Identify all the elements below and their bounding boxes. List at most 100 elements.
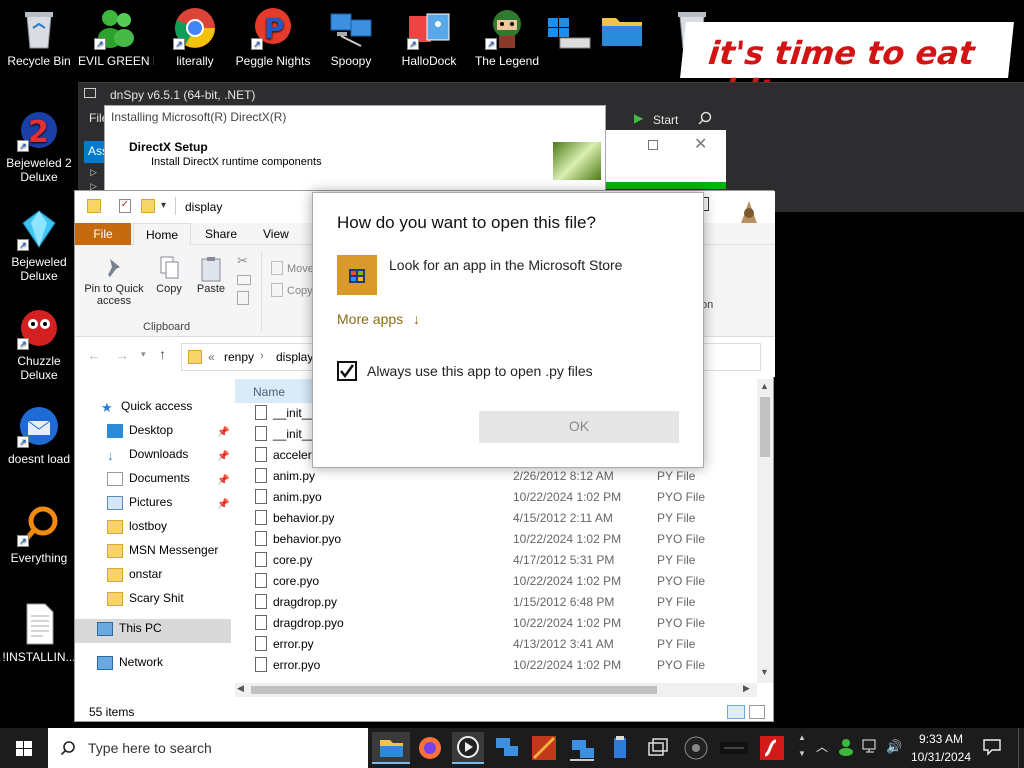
file-row[interactable]: core.py 4/17/2012 5:31 PM PY File [235,550,755,571]
customize-qat-icon[interactable]: ▾ [161,200,166,211]
task-view-icon[interactable] [642,732,674,764]
paste-button[interactable]: Paste [191,255,231,295]
game-icon[interactable] [528,732,560,764]
tab-view[interactable]: View [251,223,301,245]
forward-arrow-icon[interactable]: → [115,347,129,363]
file-row[interactable]: error.py 4/13/2012 3:41 AM PY File [235,634,755,655]
nav-scary-shit[interactable]: Scary Shit [107,591,184,611]
cut-icon[interactable]: ✂ [237,253,248,269]
store-option[interactable]: Look for an app in the Microsoft Store [337,255,681,295]
back-arrow-icon[interactable]: ← [87,347,101,363]
windows-logo-drive-icon[interactable] [546,12,594,52]
nav-quick-access[interactable]: ★ Quick access [101,399,192,419]
file-row[interactable]: core.pyo 10/22/2024 1:02 PM PYO File [235,571,755,592]
desktop-icon-hallodock[interactable]: ↗ HalloDock [391,6,467,68]
file-row[interactable]: behavior.py 4/15/2012 2:11 AM PY File [235,508,755,529]
desktop-icon-literally[interactable]: ↗ literally [157,6,233,68]
scroll-thumb[interactable] [760,397,770,457]
file-row[interactable]: anim.py 2/26/2012 8:12 AM PY File [235,466,755,487]
desktop-icon-spoopy[interactable]: Spoopy [313,6,389,68]
scroll-down-icon[interactable]: ▼ [760,667,769,677]
file-row[interactable]: error.pyo 10/22/2024 1:02 PM PYO File [235,655,755,676]
file-row[interactable]: anim.pyo 10/22/2024 1:02 PM PYO File [235,487,755,508]
app-icon[interactable] [718,732,750,764]
maximize-icon[interactable] [648,140,658,150]
pin-to-quick-access-button[interactable]: Pin to Quick access [81,255,147,307]
scroll-thumb[interactable] [251,686,657,694]
desktop-icon-doesnt-load[interactable]: ↗ doesnt load [1,404,77,466]
clock-date[interactable]: 10/31/2024 [908,750,974,764]
nav-onstar[interactable]: onstar [107,567,162,587]
tab-file[interactable]: File [75,223,131,245]
tab-share[interactable]: Share [193,223,249,245]
volume-icon[interactable]: 🔊 [886,739,902,755]
breadcrumb-renpy[interactable]: renpy [224,350,254,364]
copy-to-button[interactable]: Copy [287,285,313,297]
scroll-right-icon[interactable]: ▶ [743,683,750,694]
large-icons-view-icon[interactable] [749,705,765,719]
show-desktop-button[interactable] [1018,728,1024,768]
taskbar-search-box[interactable]: Type here to search [48,728,368,768]
desktop-icon-peggle-nights[interactable]: P ↗ Peggle Nights [235,6,311,68]
desktop-icon-evil-green-msn[interactable]: ↗ EVIL GREEN MSN SO... [78,6,154,68]
taskbar-scroll-icon[interactable]: ▲ ▼ [796,730,808,766]
dnspy-start-button[interactable]: Start [653,113,678,127]
app-icon[interactable] [604,732,636,764]
start-button[interactable] [0,728,48,768]
network-computers-icon[interactable] [490,732,522,764]
new-folder-icon[interactable] [141,199,155,213]
tab-home[interactable]: Home [133,223,192,245]
network-computers-icon[interactable] [566,732,598,764]
user-status-icon[interactable] [838,738,854,756]
copy-path-icon[interactable] [237,275,251,285]
desktop-icon-bejeweled-2[interactable]: 2 ↗ Bejeweled 2 Deluxe [1,108,77,184]
media-player-icon[interactable] [452,732,484,764]
open-with-dialog[interactable]: How do you want to open this file? Look … [312,192,704,468]
nav-this-pc[interactable]: This PC [75,619,231,643]
firefox-icon[interactable] [414,732,446,764]
paste-shortcut-icon[interactable] [237,291,249,305]
search-icon[interactable] [698,111,712,125]
scroll-up-icon[interactable]: ▲ [760,381,769,391]
scroll-left-icon[interactable]: ◀ [237,683,244,694]
horizontal-scrollbar[interactable]: ◀ ▶ [235,683,757,697]
up-arrow-icon[interactable]: ↑ [159,346,166,362]
nav-desktop[interactable]: Desktop [107,423,173,443]
folder-icon[interactable] [600,10,644,50]
move-to-button[interactable]: Move [287,263,314,275]
recent-locations-icon[interactable]: ▾ [141,349,146,360]
copy-button[interactable]: Copy [149,255,189,295]
desktop-icon-bejeweled-deluxe[interactable]: ↗ Bejeweled Deluxe [1,207,77,283]
nav-documents[interactable]: Documents [107,471,190,491]
file-row[interactable]: behavior.pyo 10/22/2024 1:02 PM PYO File [235,529,755,550]
nav-network[interactable]: Network [97,655,163,675]
network-status-icon[interactable] [862,738,880,754]
clock-time[interactable]: 9:33 AM [916,732,966,746]
nav-msn-messenger[interactable]: MSN Messenger [107,543,218,563]
desktop-icon-recycle-bin[interactable]: Recycle Bin [1,6,77,68]
file-row[interactable]: dragdrop.pyo 10/22/2024 1:02 PM PYO File [235,613,755,634]
directx-setup-window[interactable]: Installing Microsoft(R) DirectX(R) Direc… [104,105,606,193]
nav-lostboy[interactable]: lostboy [107,519,167,539]
details-view-icon[interactable] [727,705,745,719]
desktop-icon-chuzzle[interactable]: ↗ Chuzzle Deluxe [1,306,77,382]
app-icon[interactable] [680,732,712,764]
breadcrumb-overflow[interactable]: « [208,350,215,364]
nav-pictures[interactable]: Pictures [107,495,172,515]
properties-icon[interactable]: ✓ [119,199,131,213]
show-hidden-icons-chevron-icon[interactable]: ︿ [816,738,828,755]
ok-button[interactable]: OK [479,411,679,443]
flash-player-icon[interactable] [756,732,788,764]
vertical-scrollbar[interactable]: ▲ ▼ [757,379,773,683]
close-icon[interactable]: ✕ [694,134,707,154]
desktop-icon-installing[interactable]: !INSTALLIN... [1,602,77,664]
breadcrumb-display[interactable]: display [276,350,313,364]
always-use-checkbox[interactable] [337,361,357,381]
nav-downloads[interactable]: ↓ Downloads [107,447,188,467]
background-window[interactable]: ✕ [606,130,726,182]
file-explorer-taskbar-icon[interactable] [372,732,410,764]
file-row[interactable]: dragdrop.py 1/15/2012 6:48 PM PY File [235,592,755,613]
desktop-icon-the-legend[interactable]: ↗ The Legend [469,6,545,68]
more-apps-link[interactable]: More apps ↓ [337,311,420,327]
column-header-name[interactable]: Name [235,379,315,403]
